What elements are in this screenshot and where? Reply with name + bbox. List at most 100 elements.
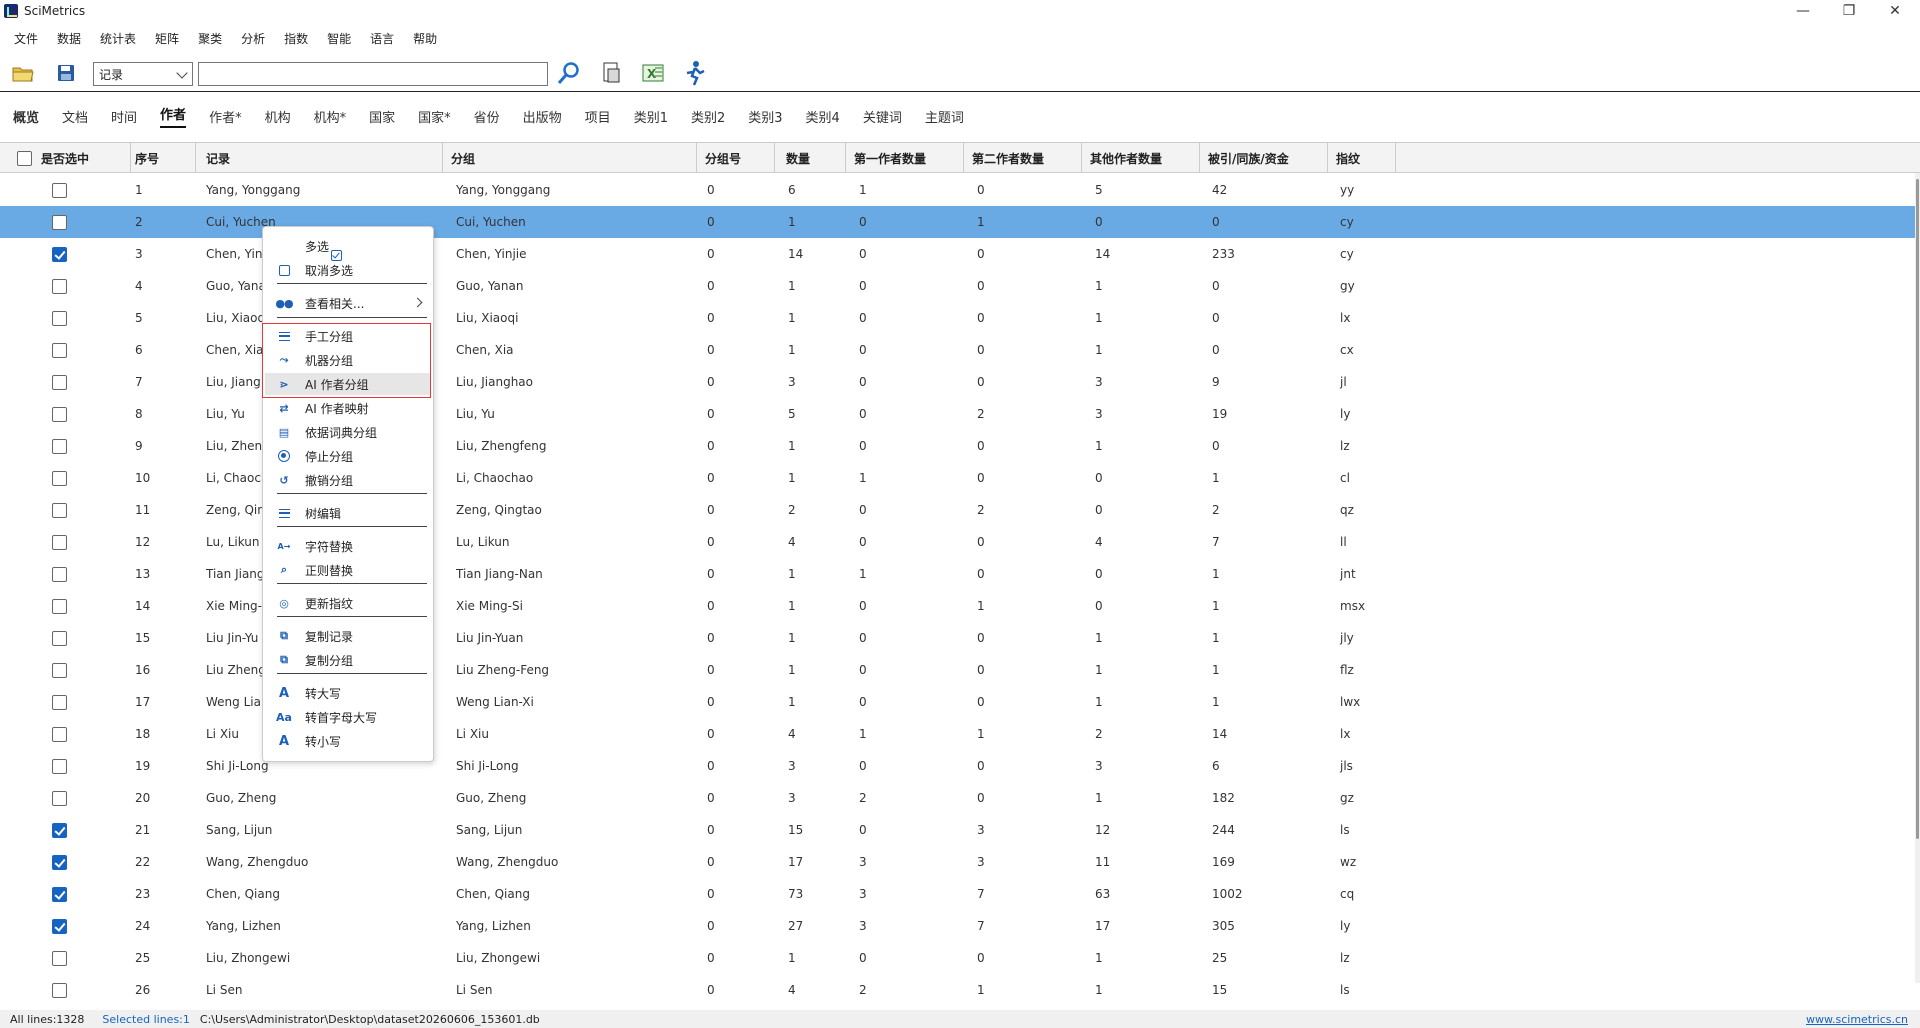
table-row[interactable]: 21 Sang, Lijun Sang, Lijun 0 15 0 3 12 244 ls xyxy=(0,814,1915,846)
menu-item[interactable]: 数据 xyxy=(57,30,81,47)
tab[interactable]: 项目 xyxy=(585,107,611,126)
row-checkbox[interactable] xyxy=(52,727,67,742)
search-button[interactable] xyxy=(556,61,582,85)
row-checkbox[interactable] xyxy=(52,439,67,454)
context-menu-item[interactable]: A 转小写 xyxy=(265,730,431,752)
field-select[interactable]: 记录 xyxy=(93,62,193,86)
open-folder-button[interactable] xyxy=(10,61,36,85)
save-button[interactable] xyxy=(53,61,79,85)
select-all-checkbox[interactable] xyxy=(17,151,32,166)
table-row[interactable]: 24 Yang, Lizhen Yang, Lizhen 0 27 3 7 17 305 ly xyxy=(0,910,1915,942)
export-excel-button[interactable]: X xyxy=(640,61,666,85)
row-checkbox[interactable] xyxy=(52,311,67,326)
row-checkbox[interactable] xyxy=(52,695,67,710)
menu-item[interactable]: 聚类 xyxy=(198,30,222,47)
row-checkbox[interactable] xyxy=(52,407,67,422)
menu-item[interactable]: 统计表 xyxy=(100,30,136,47)
menu-item[interactable]: 语言 xyxy=(370,30,394,47)
tab[interactable]: 主题词 xyxy=(925,107,964,126)
tab[interactable]: 文档 xyxy=(62,107,88,126)
row-checkbox[interactable] xyxy=(52,247,67,262)
table-row[interactable]: 26 Li Sen Li Sen 0 4 2 1 1 15 ls xyxy=(0,974,1915,1006)
row-checkbox[interactable] xyxy=(52,343,67,358)
menu-item[interactable]: 文件 xyxy=(14,30,38,47)
minimize-button[interactable]: — xyxy=(1780,0,1826,22)
close-button[interactable]: ✕ xyxy=(1872,0,1918,22)
table-row[interactable]: 1 Yang, Yonggang Yang, Yonggang 0 6 1 0 5 42 yy xyxy=(0,174,1915,206)
tab[interactable]: 省份 xyxy=(474,107,500,126)
column-header-checked[interactable]: 是否选中 xyxy=(33,143,131,173)
context-menu-item[interactable]: Aa 转首字母大写 xyxy=(265,706,431,728)
context-menu-item[interactable]: 多选 xyxy=(265,235,431,261)
context-menu-item[interactable]: ◎ 更新指纹 xyxy=(265,592,431,614)
column-header-second-author[interactable]: 第二作者数量 xyxy=(964,143,1082,173)
column-header-count[interactable]: 数量 xyxy=(778,143,846,173)
row-checkbox[interactable] xyxy=(52,503,67,518)
website-link[interactable]: www.scimetrics.cn xyxy=(1806,1013,1908,1026)
menu-item[interactable]: 指数 xyxy=(284,30,308,47)
column-header-seq[interactable]: 序号 xyxy=(127,143,196,173)
maximize-button[interactable]: ❐ xyxy=(1826,0,1872,22)
row-checkbox[interactable] xyxy=(52,375,67,390)
tab[interactable]: 类别4 xyxy=(806,107,840,126)
menu-item[interactable]: 智能 xyxy=(327,30,351,47)
table-row[interactable]: 25 Liu, Zhongewi Liu, Zhongewi 0 1 0 0 1 25 lz xyxy=(0,942,1915,974)
menu-item[interactable]: 分析 xyxy=(241,30,265,47)
row-checkbox[interactable] xyxy=(52,599,67,614)
context-menu-item[interactable]: ↺ 撤销分组 xyxy=(265,469,431,491)
data-view-button[interactable] xyxy=(598,61,624,85)
row-checkbox[interactable] xyxy=(52,983,67,998)
tab[interactable]: 机构 xyxy=(265,107,291,126)
column-header-cited[interactable]: 被引/同族/资金 xyxy=(1200,143,1328,173)
row-checkbox[interactable] xyxy=(52,215,67,230)
menu-item[interactable]: 矩阵 xyxy=(155,30,179,47)
tab[interactable]: 时间 xyxy=(111,107,137,126)
tab[interactable]: 作者* xyxy=(209,107,242,126)
tab[interactable]: 国家* xyxy=(418,107,451,126)
row-checkbox[interactable] xyxy=(52,919,67,934)
row-checkbox[interactable] xyxy=(52,471,67,486)
context-menu-item[interactable]: A 转大写 xyxy=(265,682,431,704)
run-button[interactable] xyxy=(682,61,708,86)
row-checkbox[interactable] xyxy=(52,759,67,774)
column-header-other-author[interactable]: 其他作者数量 xyxy=(1082,143,1200,173)
tab[interactable]: 作者 xyxy=(160,104,187,128)
row-checkbox[interactable] xyxy=(52,951,67,966)
row-checkbox[interactable] xyxy=(52,183,67,198)
column-header-first-author[interactable]: 第一作者数量 xyxy=(846,143,964,173)
tab[interactable]: 概览 xyxy=(13,107,39,126)
context-menu-item[interactable]: 树编辑 xyxy=(265,502,431,524)
context-menu-item[interactable]: ⧉ 复制记录 xyxy=(265,625,431,647)
context-menu-item[interactable]: ⧉ 复制分组 xyxy=(265,649,431,671)
menu-item[interactable]: 帮助 xyxy=(413,30,437,47)
tab[interactable]: 国家 xyxy=(369,107,395,126)
row-checkbox[interactable] xyxy=(52,855,67,870)
row-checkbox[interactable] xyxy=(52,791,67,806)
scrollbar-thumb[interactable] xyxy=(1916,179,1919,839)
row-checkbox[interactable] xyxy=(52,279,67,294)
context-menu-item[interactable]: ⌕ 正则替换 xyxy=(265,559,431,581)
tab[interactable]: 类别1 xyxy=(634,107,668,126)
row-checkbox[interactable] xyxy=(52,823,67,838)
table-row[interactable]: 23 Chen, Qiang Chen, Qiang 0 73 3 7 63 1002 cq xyxy=(0,878,1915,910)
row-checkbox[interactable] xyxy=(52,887,67,902)
column-header-fingerprint[interactable]: 指纹 xyxy=(1328,143,1396,173)
context-menu-item[interactable]: ⇄ AI 作者映射 xyxy=(265,397,431,419)
table-row[interactable]: 20 Guo, Zheng Guo, Zheng 0 3 2 0 1 182 gz xyxy=(0,782,1915,814)
context-menu-item[interactable]: ●● 查看相关... xyxy=(265,292,431,314)
column-header-group[interactable]: 分组 xyxy=(443,143,697,173)
context-menu-item[interactable]: 停止分组 xyxy=(265,445,431,467)
row-checkbox[interactable] xyxy=(52,567,67,582)
row-checkbox[interactable] xyxy=(52,663,67,678)
row-checkbox[interactable] xyxy=(52,631,67,646)
tab[interactable]: 出版物 xyxy=(523,107,562,126)
context-menu-item[interactable]: 取消多选 xyxy=(265,259,431,281)
tab[interactable]: 关键词 xyxy=(863,107,902,126)
row-checkbox[interactable] xyxy=(52,535,67,550)
context-menu-item[interactable]: A→ 字符替换 xyxy=(265,535,431,557)
tab[interactable]: 类别2 xyxy=(691,107,725,126)
table-row[interactable]: 22 Wang, Zhengduo Wang, Zhengduo 0 17 3 3 11 169… xyxy=(0,846,1915,878)
search-input[interactable] xyxy=(198,62,548,86)
context-menu-item[interactable]: ▤ 依据词典分组 xyxy=(265,421,431,443)
column-header-record[interactable]: 记录 xyxy=(198,143,443,173)
